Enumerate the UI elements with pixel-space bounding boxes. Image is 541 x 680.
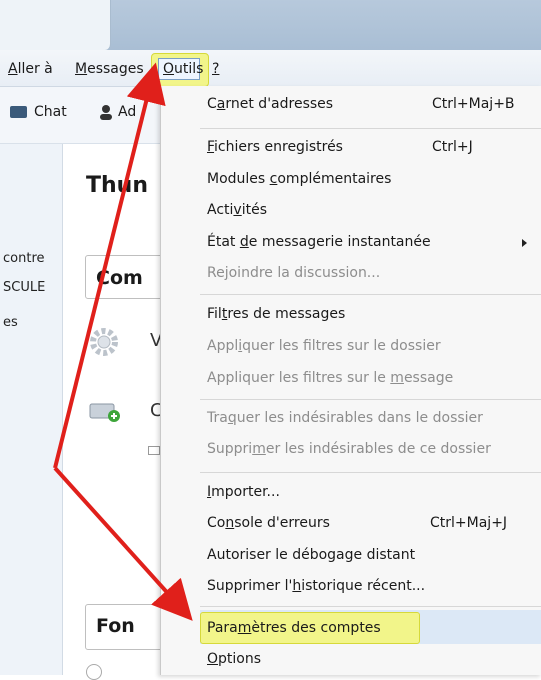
arrow-to-outils [53,62,166,469]
annotation-arrows [53,62,193,621]
arrow-to-parametres [53,466,193,621]
